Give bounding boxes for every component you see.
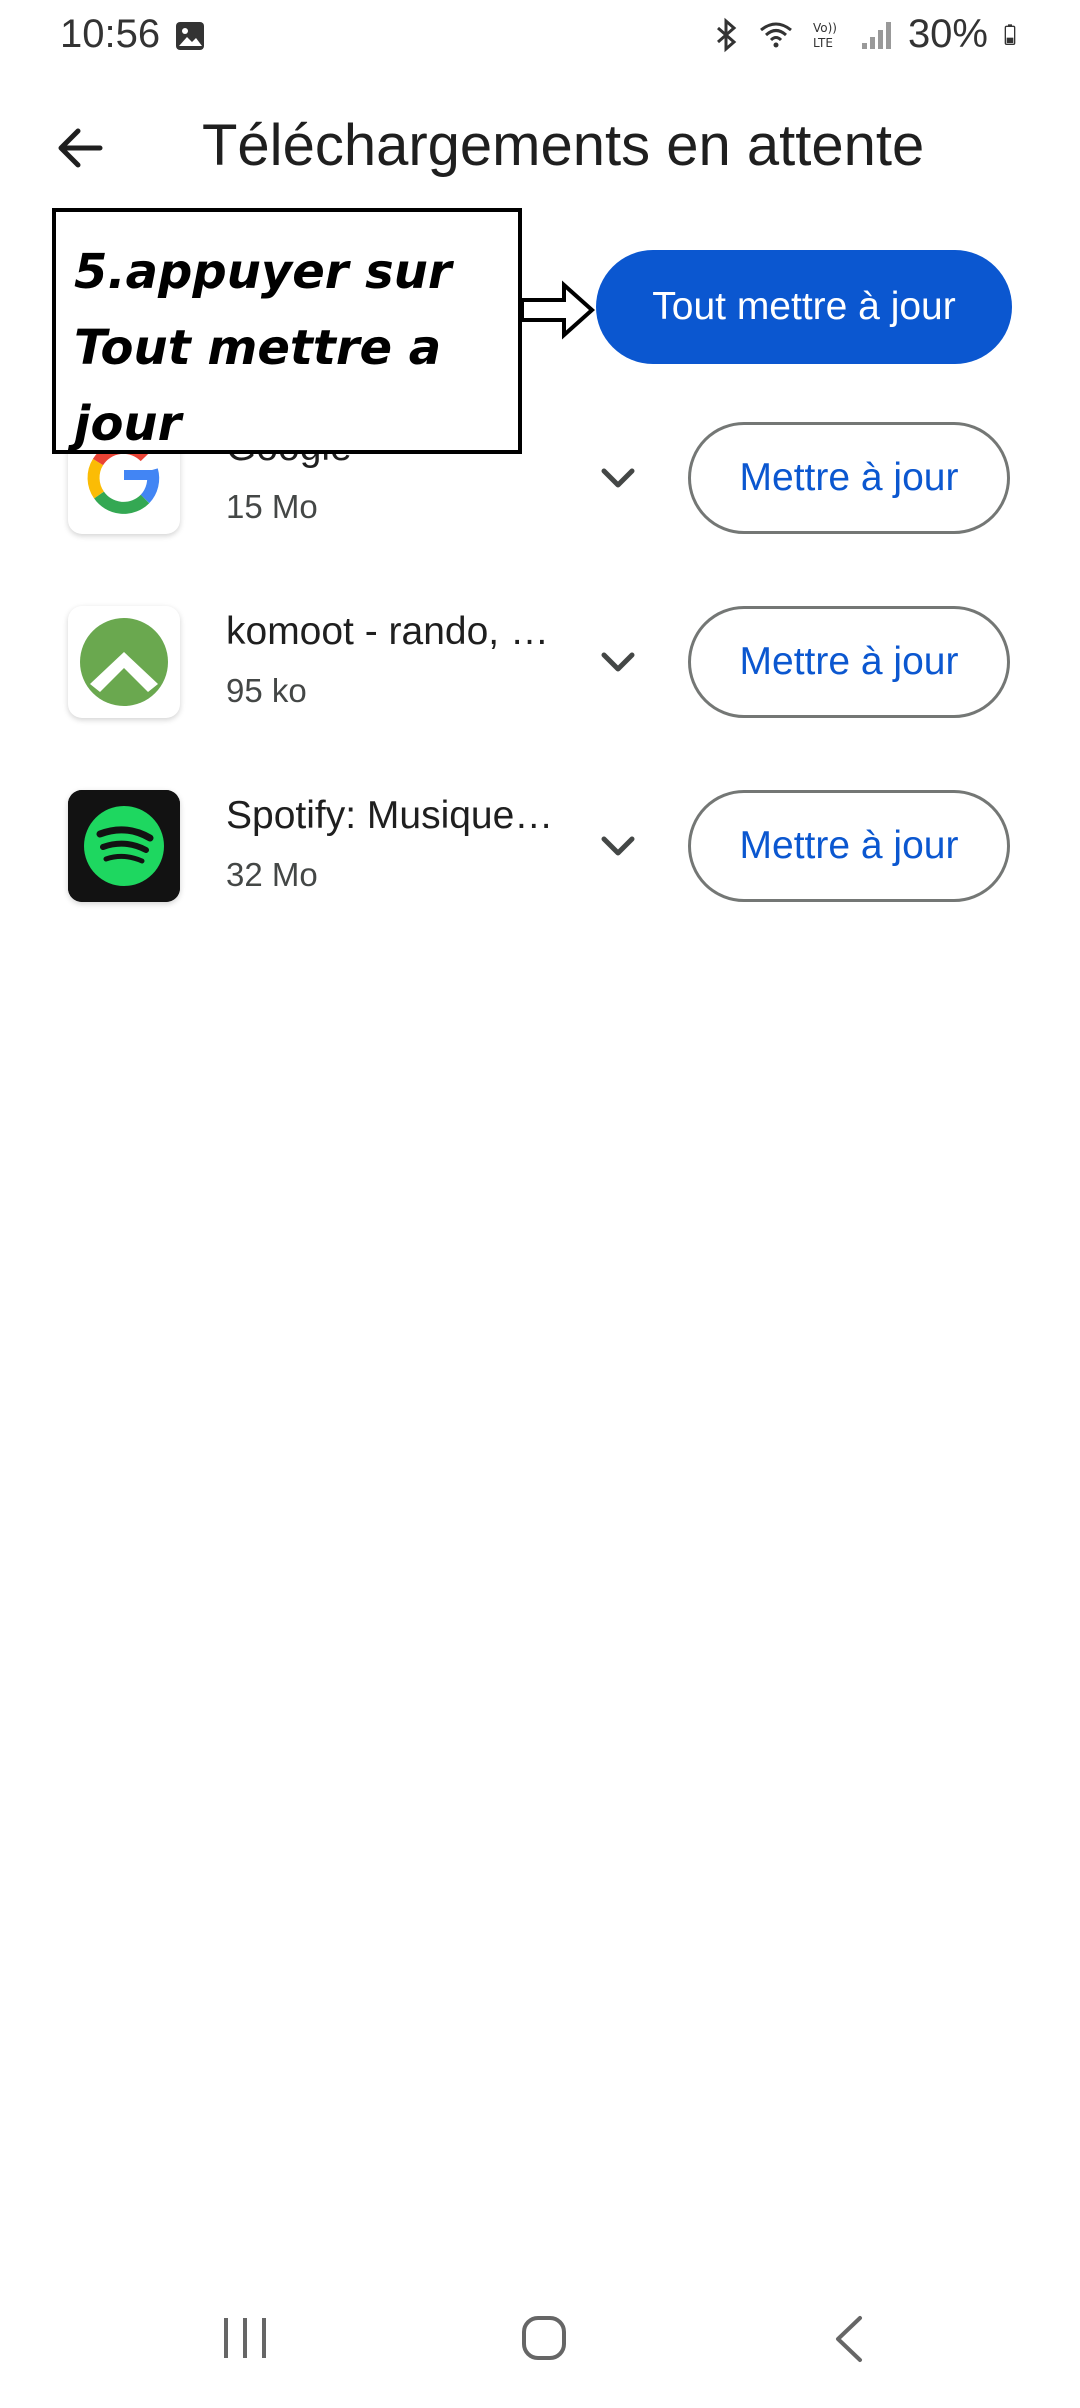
annotation-line-1: 5.appuyer sur <box>74 244 452 300</box>
app-size: 32 Mo <box>226 856 318 893</box>
signal-icon <box>861 21 891 49</box>
svg-text:LTE: LTE <box>813 36 833 50</box>
status-bar: 10:56 Vo)) LTE 30% <box>0 0 1080 70</box>
update-button-spotify[interactable]: Mettre à jour <box>688 790 1010 902</box>
chevron-down-icon[interactable] <box>596 824 640 868</box>
back-arrow-icon[interactable] <box>50 118 110 178</box>
chevron-down-icon[interactable] <box>596 640 640 684</box>
app-name: Spotify: Musique… <box>226 794 554 837</box>
volte-icon: Vo)) LTE <box>813 21 837 50</box>
gallery-icon <box>176 22 204 50</box>
app-size: 15 Mo <box>226 488 318 525</box>
spotify-icon <box>68 790 180 902</box>
annotation-line-2: Tout mettre a jour <box>74 320 442 452</box>
wifi-icon <box>760 22 792 47</box>
battery-percent: 30% <box>907 12 988 56</box>
chevron-down-icon[interactable] <box>596 456 640 500</box>
status-icons: Vo)) LTE 30% <box>708 12 1026 57</box>
app-name: komoot - rando, … <box>226 610 549 653</box>
komoot-icon <box>68 606 180 718</box>
status-time: 10:56 <box>60 12 161 56</box>
battery-icon <box>1004 23 1016 45</box>
instruction-annotation: 5.appuyer sur Tout mettre a jour <box>52 208 522 454</box>
app-row-spotify: Spotify: Musique… 32 Mo Mettre à jour <box>0 790 1080 902</box>
annotation-arrow-icon <box>520 280 596 340</box>
back-icon[interactable] <box>830 2314 866 2364</box>
svg-text:Vo)): Vo)) <box>813 21 837 35</box>
home-icon[interactable] <box>520 2314 568 2362</box>
screen: 10:56 Vo)) LTE 30% Téléchargements en at… <box>0 0 1080 2408</box>
bluetooth-icon <box>716 17 737 52</box>
update-button-komoot[interactable]: Mettre à jour <box>688 606 1010 718</box>
app-size: 95 ko <box>226 672 307 709</box>
recents-icon[interactable] <box>220 2316 270 2360</box>
page-title: Téléchargements en attente <box>202 113 925 178</box>
app-row-komoot: komoot - rando, … 95 ko Mettre à jour <box>0 606 1080 718</box>
update-button-google[interactable]: Mettre à jour <box>688 422 1010 534</box>
update-all-button[interactable]: Tout mettre à jour <box>596 250 1012 364</box>
